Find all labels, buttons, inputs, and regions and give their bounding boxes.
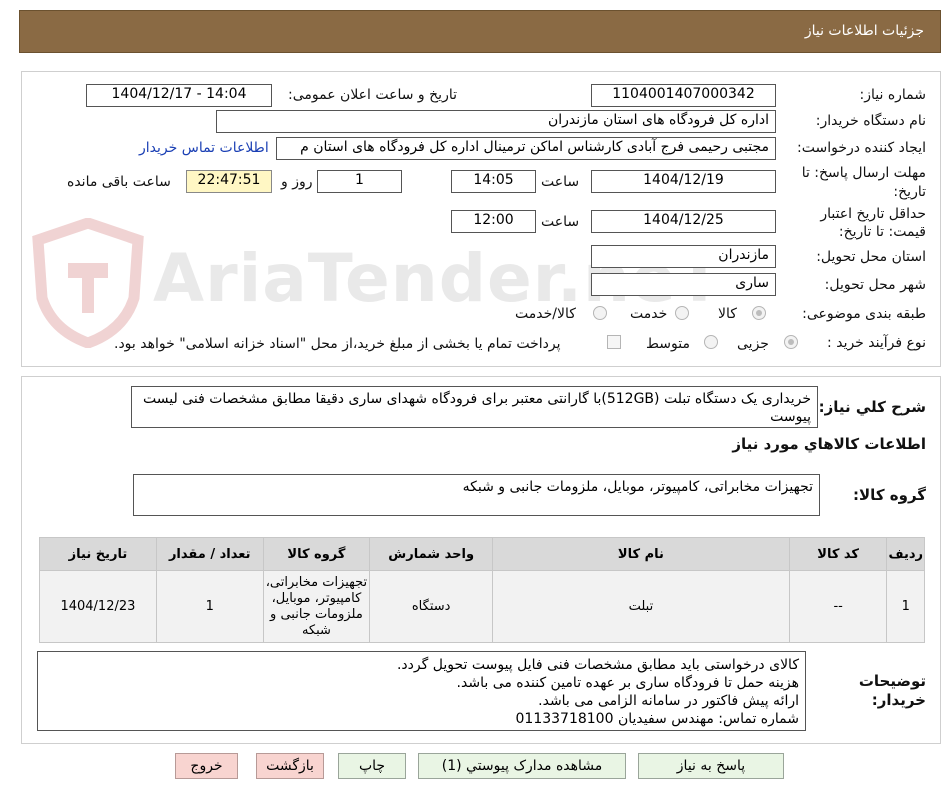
buyer-contact-link[interactable]: اطلاعات تماس خریدار: [139, 140, 269, 156]
buyer-notes-label-2: خریدار:: [871, 691, 926, 709]
purchase-type-label: نوع فرآیند خرید :: [827, 335, 926, 351]
purchase-radio-medium[interactable]: [704, 335, 718, 349]
category-label: طبقه بندی موضوعی:: [802, 306, 926, 322]
cell-item-name: تبلت: [492, 570, 790, 643]
category-radio-service[interactable]: [675, 306, 689, 320]
city-field: ساری: [591, 273, 776, 296]
exit-button[interactable]: خروج: [175, 753, 238, 779]
page-title: جزئیات اطلاعات نیاز: [804, 23, 924, 39]
table-row: 1 -- تبلت دستگاه تجهیزات مخابراتی، کامپی…: [39, 570, 925, 643]
category-radio-goods[interactable]: [752, 306, 766, 320]
cell-item-group: تجهیزات مخابراتی، کامپیوتر، موبایل، ملزو…: [262, 570, 371, 643]
days-label: روز و: [281, 174, 313, 190]
page-header: جزئیات اطلاعات نیاز: [19, 10, 941, 53]
remaining-time-field: 22:47:51: [186, 170, 272, 193]
reply-time-label: ساعت: [541, 174, 580, 190]
price-validity-date-field: 1404/12/25: [591, 210, 776, 233]
category-radio-goods-service[interactable]: [593, 306, 607, 320]
city-label: شهر محل تحویل:: [824, 277, 926, 293]
purchase-radio-minor[interactable]: [784, 335, 798, 349]
back-button[interactable]: بازگشت: [256, 753, 324, 779]
goods-section-title: اطلاعات کالاهاي مورد نياز: [732, 435, 926, 453]
goods-group-label: گروه کالا:: [853, 486, 926, 504]
category-option-goods-service: کالا/خدمت: [515, 306, 576, 322]
col-item-code: کد کالا: [788, 537, 888, 571]
buyer-note-line: هزینه حمل تا فرودگاه ساری بر عهده تامین …: [456, 675, 799, 691]
announce-date-field: 1404/12/17 - 14:04: [86, 84, 272, 107]
remaining-label: ساعت باقی مانده: [67, 174, 171, 190]
summary-text: خریداری یک دستگاه تبلت (512GB)با گارانتی…: [143, 391, 811, 425]
reply-deadline-label-2: تاریخ:: [893, 184, 926, 200]
summary-field: خریداری یک دستگاه تبلت (512GB)با گارانتی…: [131, 386, 818, 428]
requester-label: ایجاد کننده درخواست:: [797, 140, 926, 156]
price-validity-time-field: 12:00: [451, 210, 536, 233]
summary-label: شرح کلي نياز:: [818, 398, 926, 416]
treasury-note: پرداخت تمام یا بخشی از مبلغ خرید،از محل …: [114, 336, 561, 352]
buyer-org-field: اداره کل فرودگاه های استان مازندران: [216, 110, 776, 133]
items-table-header: رديف کد کالا نام کالا واحد شمارش گروه کا…: [39, 537, 925, 571]
reply-time-field: 14:05: [451, 170, 536, 193]
buyer-org-label: نام دستگاه خریدار:: [815, 113, 926, 129]
buyer-note-line: ارائه پیش فاکتور در سامانه الزامی می باش…: [538, 693, 799, 709]
days-field: 1: [317, 170, 402, 193]
buyer-notes-field: کالای درخواستی باید مطابق مشخصات فنی فای…: [37, 651, 806, 731]
cell-unit: دستگاه: [369, 570, 493, 643]
cell-row-number: 1: [886, 570, 925, 643]
cell-quantity: 1: [155, 570, 264, 643]
price-validity-time-label: ساعت: [541, 214, 580, 230]
col-unit: واحد شمارش: [369, 537, 493, 571]
cell-need-date: 1404/12/23: [39, 570, 157, 643]
buyer-notes-label: توضیحات: [858, 672, 926, 690]
reply-date-field: 1404/12/19: [591, 170, 776, 193]
treasury-checkbox[interactable]: [607, 335, 621, 349]
category-option-goods: کالا: [718, 306, 737, 322]
col-quantity: تعداد / مقدار: [155, 537, 264, 571]
goods-group-text: تجهیزات مخابراتی، کامپیوتر، موبایل، ملزو…: [462, 479, 813, 495]
need-number-label: شماره نیاز:: [859, 87, 927, 103]
reply-deadline-label: مهلت ارسال پاسخ: تا: [801, 165, 926, 181]
purchase-option-medium: متوسط: [646, 336, 690, 352]
province-field: مازندران: [591, 245, 776, 268]
col-item-name: نام کالا: [492, 537, 790, 571]
need-number-field: 1104001407000342: [591, 84, 776, 107]
province-label: استان محل تحویل:: [816, 249, 926, 265]
cell-item-code: --: [788, 570, 888, 643]
view-attachments-button[interactable]: مشاهده مدارک پیوستي (1): [418, 753, 626, 779]
col-row-number: رديف: [886, 537, 925, 571]
buyer-note-line: کالای درخواستی باید مطابق مشخصات فنی فای…: [396, 657, 799, 673]
goods-group-field: تجهیزات مخابراتی، کامپیوتر، موبایل، ملزو…: [133, 474, 820, 516]
items-table: رديف کد کالا نام کالا واحد شمارش گروه کا…: [39, 537, 925, 643]
price-validity-label-2: قیمت: تا تاریخ:: [838, 224, 926, 240]
announce-date-label: تاریخ و ساعت اعلان عمومی:: [288, 87, 457, 103]
requester-field: مجتبی رحیمی فرج آبادی کارشناس اماکن ترمی…: [276, 137, 776, 160]
col-need-date: تاريخ نياز: [39, 537, 157, 571]
watermark: AriaTender.neT: [28, 218, 722, 348]
watermark-shield-icon: [32, 218, 144, 348]
category-option-service: خدمت: [630, 306, 668, 322]
price-validity-label: حداقل تاریخ اعتبار: [820, 206, 926, 222]
reply-button[interactable]: پاسخ به نياز: [638, 753, 784, 779]
col-item-group: گروه کالا: [262, 537, 371, 571]
purchase-option-minor: جزیی: [737, 336, 769, 352]
print-button[interactable]: چاپ: [338, 753, 406, 779]
buyer-note-line: شماره تماس: مهندس سفیدیان 01133718100: [515, 711, 799, 727]
